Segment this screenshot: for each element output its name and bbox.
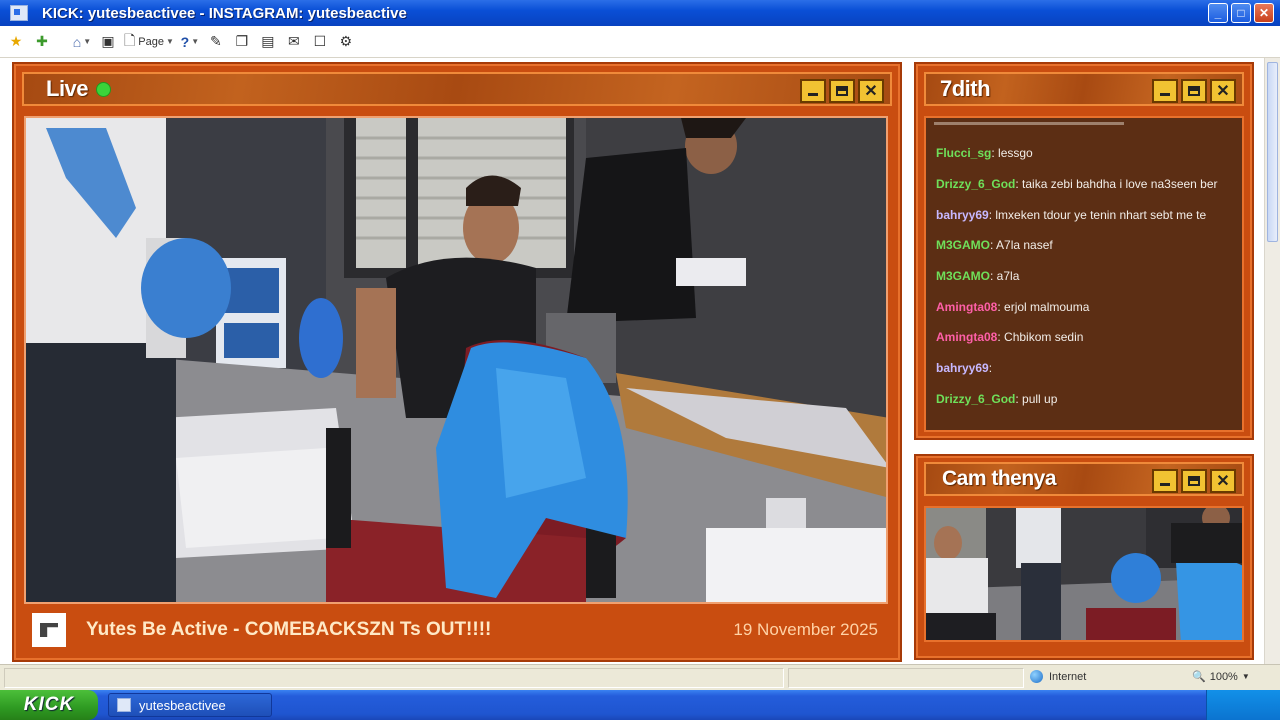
taskbar-item[interactable]: yutesbeactivee [108, 693, 272, 717]
stream-title: Yutes Be Active - COMEBACKSZN Ts OUT!!!! [86, 619, 492, 640]
live-close-button[interactable]: ✕ [858, 79, 884, 103]
globe-icon [1030, 670, 1043, 683]
chat-window-titlebar[interactable]: 7dith ✕ [924, 72, 1244, 106]
messenger-icon[interactable]: ☐ [310, 31, 330, 53]
live-maximize-button[interactable] [829, 79, 855, 103]
chat-text: A7la nasef [993, 238, 1053, 252]
page-content: Live ✕ Yutes Be Active - COMEBACKSZN Ts … [0, 58, 1264, 664]
maximize-button[interactable]: □ [1231, 3, 1251, 23]
chat-message: bahryy69: [936, 361, 993, 375]
cam-title: Cam thenya [942, 467, 1057, 490]
taskbar-item-label: yutesbeactivee [139, 697, 226, 713]
app-icon [10, 5, 28, 21]
chat-messages[interactable]: Flucci_sg: lessgo Drizzy_6_God: taika ze… [924, 116, 1244, 432]
add-favorite-icon[interactable]: ✚ [32, 31, 52, 53]
chat-message: M3GAMO: A7la nasef [936, 238, 1053, 252]
channel-logo-icon [32, 613, 66, 647]
chat-username: Drizzy_6_God [936, 177, 1016, 191]
cam-maximize-button[interactable] [1181, 469, 1207, 493]
chat-username: Drizzy_6_God [936, 392, 1016, 406]
vertical-scrollbar[interactable] [1264, 58, 1280, 664]
zoom-level: 100% [1209, 670, 1238, 683]
chevron-down-icon: ▼ [1241, 672, 1250, 681]
mail-icon[interactable]: ✉ [284, 31, 304, 53]
live-video[interactable] [24, 116, 888, 604]
cam-window-titlebar[interactable]: Cam thenya ✕ [924, 462, 1244, 496]
chat-username: Amingta08 [936, 300, 998, 314]
window-title-bar: KICK: yutesbeactivee - INSTAGRAM: yutesb… [0, 0, 1280, 26]
chat-close-button[interactable]: ✕ [1210, 79, 1236, 103]
start-button[interactable]: KICK [0, 690, 98, 720]
clipboard-icon[interactable]: ▤ [258, 31, 278, 53]
chat-username: Flucci_sg [936, 146, 992, 160]
live-minimize-button[interactable] [800, 79, 826, 103]
help-icon[interactable]: ? ▼ [180, 31, 200, 53]
scrollbar-thumb[interactable] [1267, 62, 1278, 242]
chat-text: Chbikom sedin [1000, 330, 1084, 344]
tools-icon[interactable]: ⚙ [336, 31, 356, 53]
chat-username: M3GAMO [936, 269, 990, 283]
taskbar: KICK yutesbeactivee [0, 690, 1280, 720]
close-button[interactable]: ✕ [1254, 3, 1274, 23]
status-bar: Internet 🔍 100% ▼ [0, 664, 1280, 690]
cam-video[interactable] [924, 506, 1244, 642]
chat-message: M3GAMO: a7la [936, 269, 1020, 283]
window-title: KICK: yutesbeactivee - INSTAGRAM: yutesb… [42, 4, 407, 22]
chat-text: a7la [993, 269, 1020, 283]
chat-message: Drizzy_6_God: taika zebi bahdha i love n… [936, 177, 1218, 191]
chat-maximize-button[interactable] [1181, 79, 1207, 103]
zone-label: Internet [1049, 670, 1087, 683]
live-window-titlebar[interactable]: Live ✕ [22, 72, 892, 106]
chat-username: M3GAMO [936, 238, 990, 252]
chat-text: taika zebi bahdha i love na3seen ber [1018, 177, 1218, 191]
chat-window: 7dith ✕ Flucci_sg: lessgo Drizzy_6_God: … [914, 62, 1254, 440]
live-window: Live ✕ Yutes Be Active - COMEBACKSZN Ts … [12, 62, 902, 662]
copy-icon[interactable]: ❐ [232, 31, 252, 53]
research-icon[interactable]: ✎ [206, 31, 226, 53]
chat-message: Amingta08: Chbikom sedin [936, 330, 1084, 344]
magnifier-icon: 🔍 [1192, 671, 1206, 683]
cam-window: Cam thenya ✕ [914, 454, 1254, 660]
chat-title: 7dith [940, 76, 991, 101]
chat-message: bahryy69: lmxeken tdour ye tenin nhart s… [936, 208, 1207, 222]
minimize-button[interactable]: _ [1208, 3, 1228, 23]
cam-close-button[interactable]: ✕ [1210, 469, 1236, 493]
chat-text: pull up [1018, 392, 1058, 406]
chat-message: Amingta08: erjol malmouma [936, 300, 1090, 314]
chat-minimize-button[interactable] [1152, 79, 1178, 103]
browser-toolbar: ★ ✚ ⌂ ▼ ▣ 🗋 Page ▼ ? ▼ ✎ ❐ ▤ ✉ ☐ ⚙ [0, 26, 1280, 58]
favorites-star-icon[interactable]: ★ [6, 31, 26, 53]
chat-message: Flucci_sg: lessgo [936, 146, 1033, 160]
app-icon [117, 698, 131, 712]
stream-date: 19 November 2025 [733, 620, 878, 639]
live-indicator-dot [96, 81, 112, 97]
zoom-control[interactable]: 🔍 100% ▼ [1192, 670, 1250, 684]
page-menu-label: Page [138, 35, 164, 48]
stream-footer: Yutes Be Active - COMEBACKSZN Ts OUT!!!!… [24, 608, 888, 652]
chat-username: Amingta08 [936, 330, 998, 344]
chat-message: Drizzy_6_God: pull up [936, 392, 1058, 406]
feeds-icon[interactable]: ▣ [98, 31, 118, 53]
page-menu[interactable]: 🗋 Page ▼ [124, 31, 174, 53]
chat-text: erjol malmouma [1000, 300, 1090, 314]
chat-username: bahryy69 [936, 361, 989, 375]
cam-minimize-button[interactable] [1152, 469, 1178, 493]
chat-text: lessgo [994, 146, 1033, 160]
live-title: Live [46, 76, 89, 101]
security-zone: Internet [1030, 670, 1086, 683]
chat-username: bahryy69 [936, 208, 989, 222]
system-tray [1206, 690, 1280, 720]
chat-text: lmxeken tdour ye tenin nhart sebt me te [992, 208, 1207, 222]
home-icon[interactable]: ⌂ ▼ [72, 31, 92, 53]
